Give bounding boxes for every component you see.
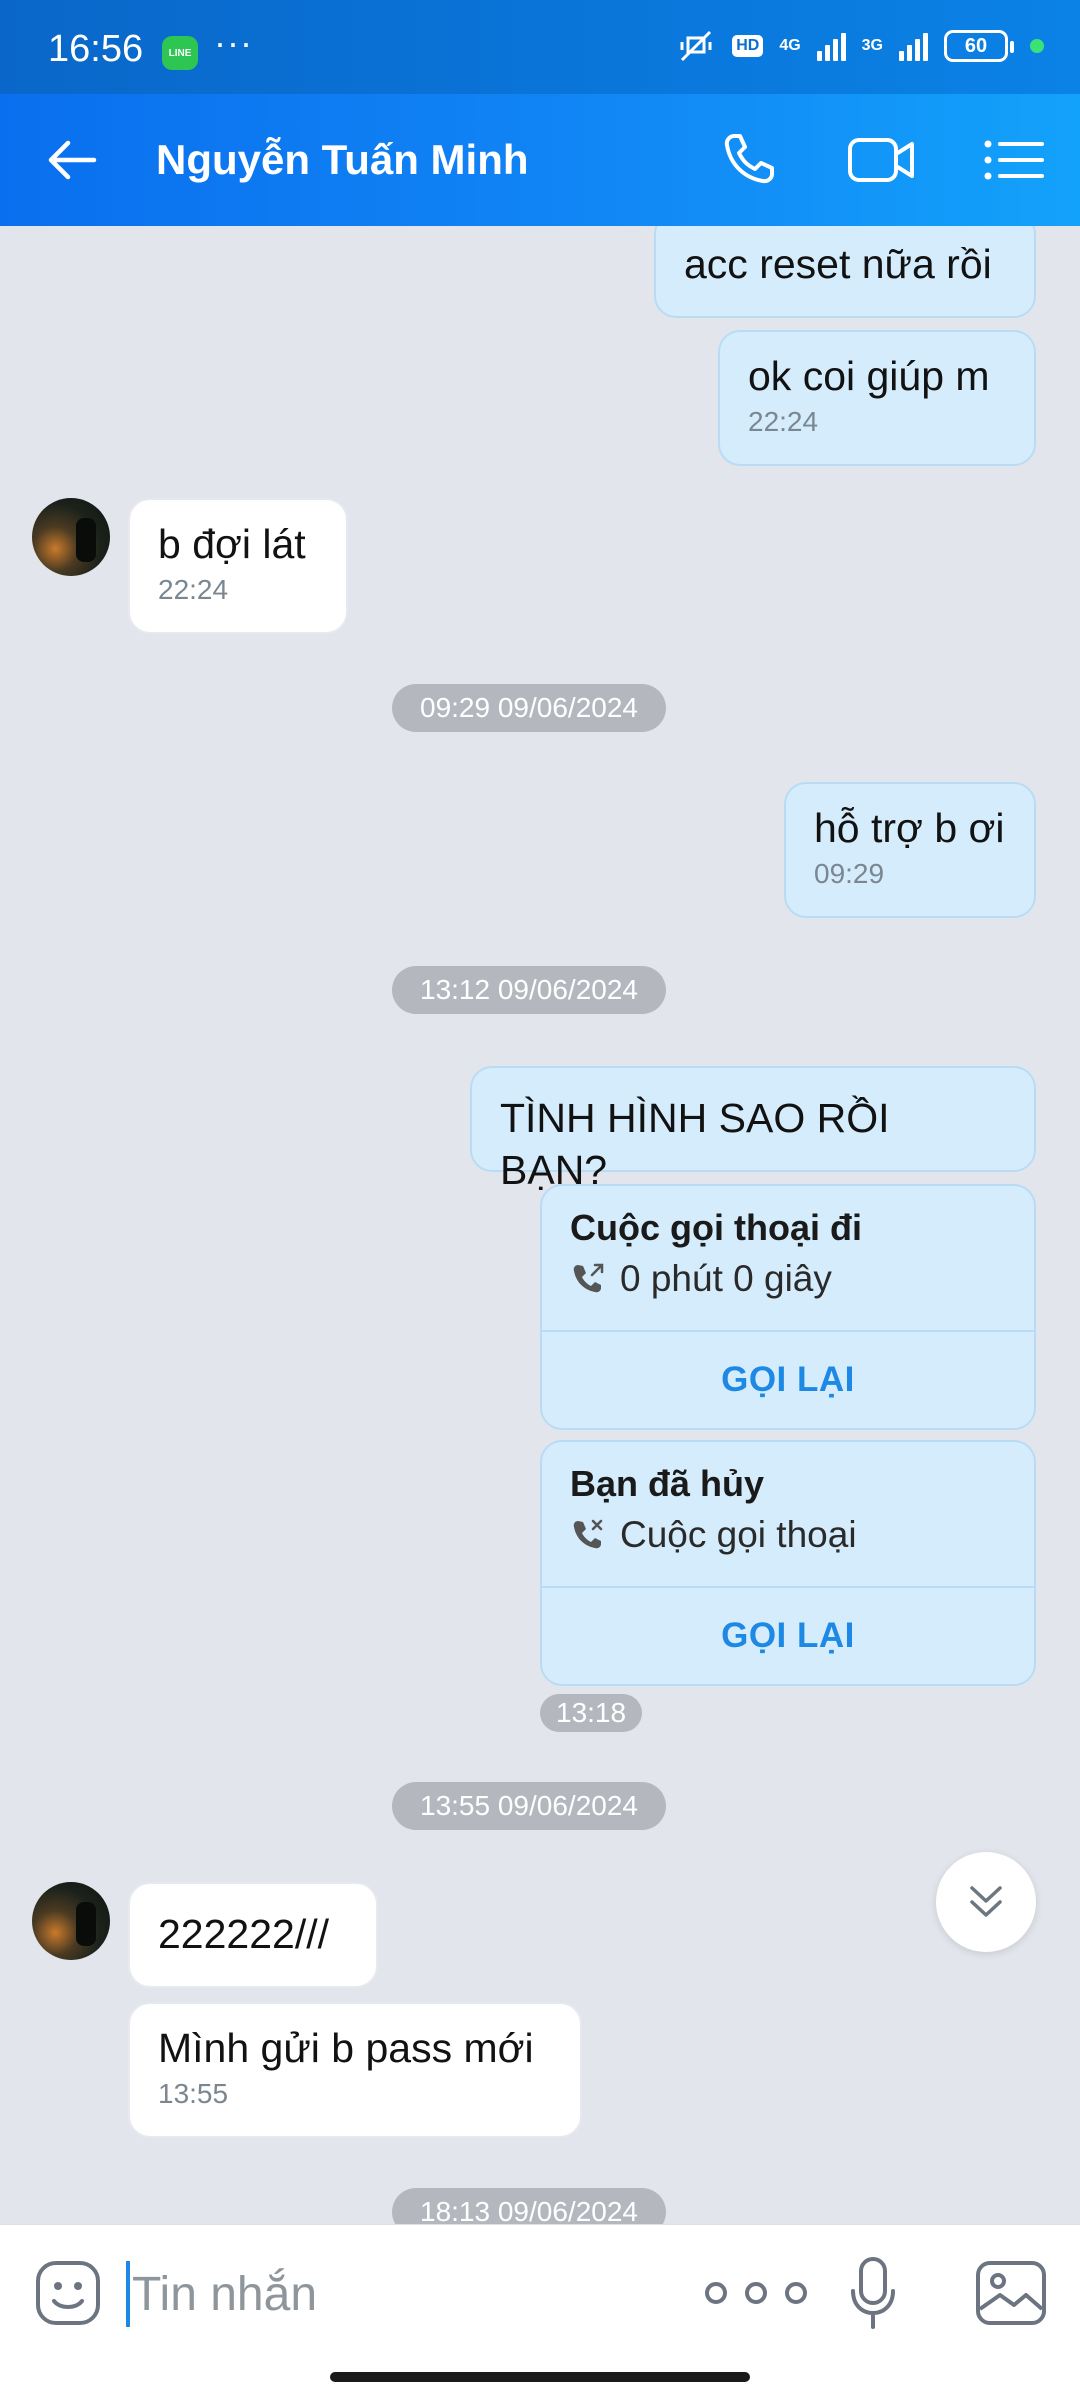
call-card-cancelled: Bạn đã hủy Cuộc gọi thoại GỌI LẠI [540,1440,1036,1686]
message-time-pill: 13:18 [540,1694,643,1732]
message-time: 22:24 [158,574,229,605]
call-back-button[interactable]: GỌI LẠI [542,1588,1034,1684]
home-indicator[interactable] [330,2372,750,2382]
call-detail: Cuộc gọi thoại [620,1514,857,1555]
network-type-3g: 3G [861,37,883,54]
double-chevron-down-icon [970,1886,1002,1917]
more-notifications-icon: ··· [214,22,253,63]
call-detail-row: Cuộc gọi thoại [570,1514,1006,1556]
message-text: 222222/// [158,1911,329,1957]
status-indicators: HD 4G 3G 60 [676,26,1044,66]
status-time: 16:56 [48,28,144,70]
message-time: 13:55 [158,2078,229,2109]
call-back-button[interactable]: GỌI LẠI [542,1332,1034,1428]
image-gallery-icon[interactable] [974,2259,1048,2327]
back-arrow-icon[interactable] [40,128,104,192]
incoming-message[interactable]: Mình gửi b pass mới 13:55 [128,2002,582,2138]
message-text: acc reset nữa rồi [684,241,992,287]
avatar[interactable] [32,1882,110,1960]
phone-icon[interactable] [716,128,788,192]
text-cursor [126,2261,130,2327]
video-camera-icon[interactable] [846,128,918,192]
message-input[interactable] [132,2255,652,2333]
date-separator: 13:12 09/06/2024 [392,966,666,1014]
hd-voice-icon: HD [732,35,764,57]
message-time: 22:24 [748,406,819,437]
outgoing-call-icon [573,1263,604,1293]
sticker-emoji-icon[interactable] [34,2259,102,2327]
avatar[interactable] [32,498,110,576]
line-app-icon: LINE [162,36,198,70]
message-text: Mình gửi b pass mới [158,2025,534,2071]
outgoing-message[interactable]: ok coi giúp m 22:24 [718,330,1036,466]
message-text: ok coi giúp m [748,353,990,399]
more-options-icon[interactable] [694,2271,818,2315]
battery-icon: 60 [944,30,1014,62]
outgoing-message[interactable]: acc reset nữa rồi [654,226,1036,318]
message-time: 09:29 [814,858,885,889]
menu-list-icon[interactable] [978,128,1050,192]
message-text: TÌNH HÌNH SAO RỒI BẠN? [500,1095,890,1193]
call-title: Bạn đã hủy [570,1463,765,1504]
call-detail: 0 phút 0 giây [620,1258,832,1299]
signal-bars-icon-2 [899,31,928,61]
microphone-icon[interactable] [848,2255,898,2331]
signal-bars-icon [816,31,846,61]
cancelled-call-icon [573,1519,603,1549]
message-text: hỗ trợ b ơi [814,805,1005,851]
call-info: Bạn đã hủy Cuộc gọi thoại [542,1442,1034,1588]
chat-header: Nguyễn Tuấn Minh [0,94,1080,226]
call-detail-row: 0 phút 0 giây [570,1258,1006,1300]
date-separator: 09:29 09/06/2024 [392,684,666,732]
message-text: b đợi lát [158,521,306,567]
mute-vibrate-icon [680,30,712,62]
date-separator: 13:55 09/06/2024 [392,1782,666,1830]
date-separator: 18:13 09/06/2024 [392,2188,666,2224]
message-list[interactable]: acc reset nữa rồi ok coi giúp m 22:24 b … [0,226,1080,2224]
privacy-dot-icon [1030,39,1044,53]
status-bar: 16:56 LINE ··· HD 4G 3G 60 [0,0,1080,94]
scroll-to-bottom-button[interactable] [936,1852,1036,1952]
incoming-message[interactable]: 222222/// [128,1882,378,1988]
call-info: Cuộc gọi thoại đi 0 phút 0 giây [542,1186,1034,1332]
outgoing-message[interactable]: TÌNH HÌNH SAO RỒI BẠN? [470,1066,1036,1193]
call-title: Cuộc gọi thoại đi [570,1207,862,1248]
incoming-message[interactable]: b đợi lát 22:24 [128,498,348,634]
contact-name[interactable]: Nguyễn Tuấn Minh [156,136,529,184]
outgoing-message[interactable]: hỗ trợ b ơi 09:29 [784,782,1036,918]
call-card-outgoing: Cuộc gọi thoại đi 0 phút 0 giây GỌI LẠI [540,1184,1036,1430]
network-type-4g: 4G [779,37,801,54]
